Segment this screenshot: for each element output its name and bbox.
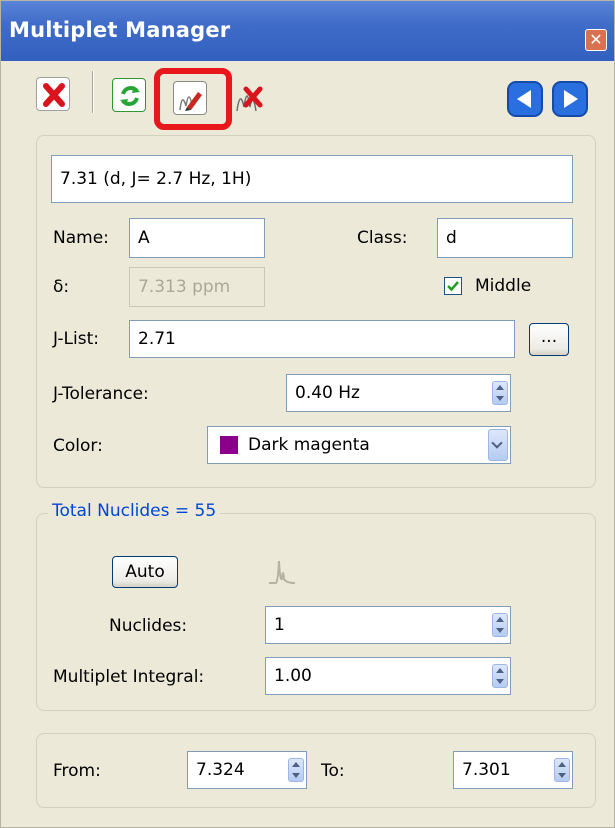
middle-label: Middle — [475, 276, 532, 296]
to-spin-icon[interactable] — [554, 758, 570, 782]
integral-label: Multiplet Integral: — [53, 667, 205, 687]
previous-arrow-icon — [507, 81, 543, 117]
nuclides-spinbox[interactable]: 1 — [265, 606, 511, 644]
next-button[interactable] — [552, 81, 588, 117]
multiplet-manager-window: Multiplet Manager ✕ 7.31 (d, J= 2.7 Hz, … — [0, 0, 615, 828]
name-label: Name: — [53, 228, 109, 248]
next-arrow-icon — [552, 81, 588, 117]
jlist-browse-button[interactable]: ... — [529, 323, 569, 356]
delete-icon — [43, 83, 65, 107]
peak-icon — [269, 560, 296, 584]
window-title: Multiplet Manager — [9, 18, 231, 42]
refresh-button[interactable] — [112, 78, 146, 112]
toolbar-separator — [92, 71, 94, 113]
color-value: Dark magenta — [248, 435, 370, 455]
from-value: 7.324 — [196, 760, 245, 780]
to-label: To: — [321, 761, 345, 781]
jlist-label: J-List: — [53, 329, 99, 349]
jtolerance-value: 0.40 Hz — [295, 383, 360, 403]
color-label: Color: — [53, 436, 103, 456]
integral-value: 1.00 — [274, 666, 312, 686]
jtolerance-spin-icon[interactable] — [492, 381, 508, 405]
from-spin-icon[interactable] — [288, 758, 304, 782]
nuclides-spin-icon[interactable] — [492, 613, 508, 637]
close-button[interactable]: ✕ — [585, 29, 607, 51]
color-dropdown[interactable]: Dark magenta — [207, 426, 511, 464]
nuclides-group-legend: Total Nuclides = 55 — [48, 501, 221, 521]
remove-multiplet-icon — [236, 86, 263, 112]
multiplet-summary-text: 7.31 (d, J= 2.7 Hz, 1H) — [60, 169, 252, 189]
delta-value: 7.313 ppm — [138, 277, 231, 297]
nuclides-value: 1 — [274, 615, 285, 635]
chevron-down-icon[interactable] — [488, 429, 508, 461]
jtolerance-spinbox[interactable]: 0.40 Hz — [286, 374, 511, 412]
title-bar[interactable]: Multiplet Manager ✕ — [1, 1, 614, 61]
jtolerance-label: J-Tolerance: — [53, 384, 149, 404]
peak-shape-button[interactable] — [267, 555, 297, 587]
name-value: A — [138, 228, 150, 248]
delta-field: 7.313 ppm — [129, 267, 265, 307]
nuclides-label: Nuclides: — [109, 616, 188, 636]
color-swatch — [220, 436, 238, 454]
name-input[interactable]: A — [129, 218, 265, 258]
integral-spinbox[interactable]: 1.00 — [265, 657, 511, 695]
to-spinbox[interactable]: 7.301 — [453, 751, 573, 789]
to-value: 7.301 — [462, 760, 511, 780]
checkmark-icon — [447, 281, 459, 292]
from-label: From: — [53, 761, 101, 781]
highlight-box — [154, 68, 232, 130]
delete-button[interactable] — [36, 77, 70, 111]
from-spinbox[interactable]: 7.324 — [187, 751, 307, 789]
jlist-input[interactable]: 2.71 — [129, 320, 515, 358]
class-label: Class: — [357, 228, 408, 248]
middle-checkbox[interactable] — [444, 277, 462, 295]
refresh-icon — [120, 86, 140, 106]
multiplet-summary-field[interactable]: 7.31 (d, J= 2.7 Hz, 1H) — [51, 155, 573, 203]
delta-label: δ: — [53, 277, 70, 297]
class-value: d — [446, 228, 457, 248]
previous-button[interactable] — [507, 81, 543, 117]
auto-button[interactable]: Auto — [112, 556, 178, 588]
remove-multiplet-button[interactable] — [233, 81, 267, 115]
integral-spin-icon[interactable] — [492, 664, 508, 688]
class-input[interactable]: d — [437, 218, 573, 258]
jlist-value: 2.71 — [138, 329, 176, 349]
